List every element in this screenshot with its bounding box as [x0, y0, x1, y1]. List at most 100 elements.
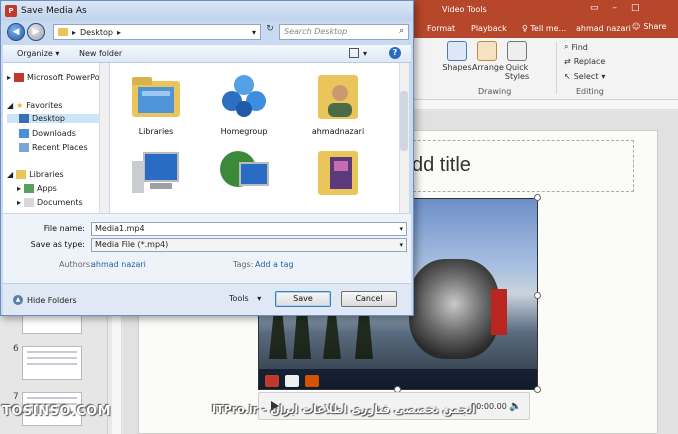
replace-button[interactable]: ⇄ Replace	[564, 57, 605, 66]
select-button[interactable]: ↖ Select ▾	[564, 72, 605, 81]
address-bar[interactable]: ▸ Desktop ▸ ▾	[53, 24, 261, 40]
nav-item-apps[interactable]: ▸ Apps	[17, 184, 57, 193]
powerpoint-icon	[14, 73, 25, 82]
chevron-down-icon[interactable]: ▾	[399, 225, 403, 233]
minimize-icon[interactable]: –	[613, 3, 618, 13]
title-placeholder-text: dd title	[412, 154, 471, 176]
watermark-center: ITPro.ir - انجمن تخصصی فناوری اطلاعات ای…	[212, 403, 476, 416]
nav-item-libraries[interactable]: ◢ Libraries	[7, 170, 64, 179]
file-icon	[285, 375, 299, 387]
new-folder-button[interactable]: New folder	[79, 49, 122, 58]
chevron-down-icon[interactable]: ▾	[252, 28, 256, 37]
tags-label: Tags:	[233, 260, 254, 269]
nav-item-downloads[interactable]: Downloads	[7, 129, 76, 138]
dialog-toolbar: Organize ▾ New folder ▾ ?	[3, 45, 411, 63]
address-text: Desktop	[80, 27, 114, 37]
recent-places-icon	[19, 143, 29, 152]
file-item-network[interactable]	[202, 147, 286, 203]
quick-styles-icon	[507, 41, 527, 61]
file-item-libraries[interactable]: Libraries	[114, 71, 198, 136]
tab-playback[interactable]: Playback	[471, 24, 507, 33]
organize-button[interactable]: Organize ▾	[17, 49, 59, 58]
cancel-button[interactable]: Cancel	[341, 291, 397, 307]
share-button[interactable]: ☺ Share	[632, 22, 666, 31]
tags-value[interactable]: Add a tag	[255, 260, 294, 269]
arrange-button[interactable]: Arrange	[472, 41, 504, 72]
help-icon[interactable]: ?	[389, 47, 401, 59]
chevron-down-icon: ▾	[55, 49, 60, 58]
pdf-icon	[265, 375, 279, 387]
back-button[interactable]: ◀	[7, 23, 25, 41]
user-name[interactable]: ahmad nazari	[576, 24, 631, 33]
find-button[interactable]: ⌕ Find	[564, 42, 588, 52]
locomotive-image	[409, 259, 499, 359]
file-item-computer[interactable]	[114, 147, 198, 203]
arrow-right-icon: ▶	[32, 27, 40, 37]
save-as-type-label: Save as type:	[30, 240, 85, 249]
navigation-pane: ▸ Microsoft PowerPoi ◢ ★ Favorites Deskt…	[3, 63, 109, 213]
resize-handle[interactable]	[534, 292, 541, 299]
editing-group-label: Editing	[576, 87, 604, 96]
nav-item-favorites[interactable]: ◢ ★ Favorites	[7, 101, 62, 110]
file-item-user-folder[interactable]: ahmadnazari	[296, 71, 380, 136]
chevron-down-icon: ▾	[257, 294, 262, 303]
file-list-scroll-thumb[interactable]	[400, 91, 408, 151]
refresh-icon: ↻	[266, 24, 274, 34]
nav-item-recent-places[interactable]: Recent Places	[7, 143, 88, 152]
search-icon: ⌕	[398, 26, 404, 36]
downloads-icon	[19, 129, 29, 138]
maximize-icon[interactable]: □	[631, 3, 640, 13]
refresh-button[interactable]: ↻	[263, 24, 277, 40]
resize-handle[interactable]	[534, 194, 541, 201]
save-as-type-select[interactable]: Media File (*.mp4) ▾	[91, 238, 407, 252]
user-folder-icon	[318, 75, 358, 119]
breadcrumb-separator-icon: ▸	[117, 27, 122, 37]
dialog-title: Save Media As	[21, 6, 87, 16]
nav-item-desktop[interactable]: Desktop	[7, 114, 103, 123]
save-media-as-dialog: P Save Media As ◀ ▶ ▸ Desktop ▸ ▾ ↻ Sear…	[0, 0, 414, 316]
search-input[interactable]: Search Desktop ⌕	[279, 24, 409, 40]
person-icon: ☺	[632, 22, 641, 31]
file-item-homegroup[interactable]: Homegroup	[202, 71, 286, 136]
nav-item-powerpoint[interactable]: ▸ Microsoft PowerPoi	[7, 73, 102, 82]
breadcrumb-separator-icon: ▸	[72, 27, 77, 37]
hide-folders-button[interactable]: ▲ Hide Folders	[13, 295, 77, 305]
file-item-folder[interactable]	[296, 147, 380, 203]
shapes-button[interactable]: Shapes	[442, 41, 472, 72]
collapse-icon: ◢	[7, 101, 14, 110]
forward-button[interactable]: ▶	[27, 23, 45, 41]
quick-styles-button[interactable]: Quick Styles	[502, 41, 532, 81]
tab-format[interactable]: Format	[427, 24, 455, 33]
file-name-input[interactable]: Media1.mp4 ▾	[91, 222, 407, 236]
network-icon	[220, 151, 269, 187]
replace-icon: ⇄	[564, 57, 571, 66]
libraries-icon	[16, 170, 27, 179]
shapes-icon	[447, 41, 467, 61]
documents-icon	[24, 198, 35, 207]
chevron-down-icon[interactable]: ▾	[363, 49, 367, 58]
chevron-down-icon: ▾	[601, 72, 606, 81]
change-view-icon[interactable]	[349, 48, 359, 58]
homegroup-icon	[222, 75, 266, 117]
ribbon-divider	[556, 42, 557, 94]
libraries-folder-icon	[132, 77, 180, 117]
chevron-down-icon: ▾	[399, 241, 403, 249]
ribbon-display-icon[interactable]: ▭	[590, 3, 599, 13]
arrow-left-icon: ◀	[12, 27, 20, 37]
resize-handle[interactable]	[534, 386, 541, 393]
save-button[interactable]: Save	[275, 291, 331, 307]
computer-icon	[132, 152, 179, 193]
expand-icon: ▸	[17, 198, 22, 207]
authors-value[interactable]: ahmad nazari	[91, 260, 146, 269]
slide-thumbnail[interactable]	[22, 346, 82, 380]
drawing-group-label: Drawing	[478, 87, 512, 96]
navigation-pane-scrollbar[interactable]	[99, 63, 109, 213]
watermark-left: TOSINSO.COM	[2, 404, 112, 419]
volume-icon[interactable]: 🔈	[509, 401, 521, 412]
tell-me-search[interactable]: ♀ Tell me...	[522, 24, 566, 33]
arrange-icon	[477, 41, 497, 61]
file-list: Libraries Homegroup ahmadnazari	[110, 63, 408, 213]
file-name-label: File name:	[43, 224, 85, 233]
nav-item-documents[interactable]: ▸ Documents	[17, 198, 83, 207]
tools-button[interactable]: Tools ▾	[229, 294, 261, 303]
